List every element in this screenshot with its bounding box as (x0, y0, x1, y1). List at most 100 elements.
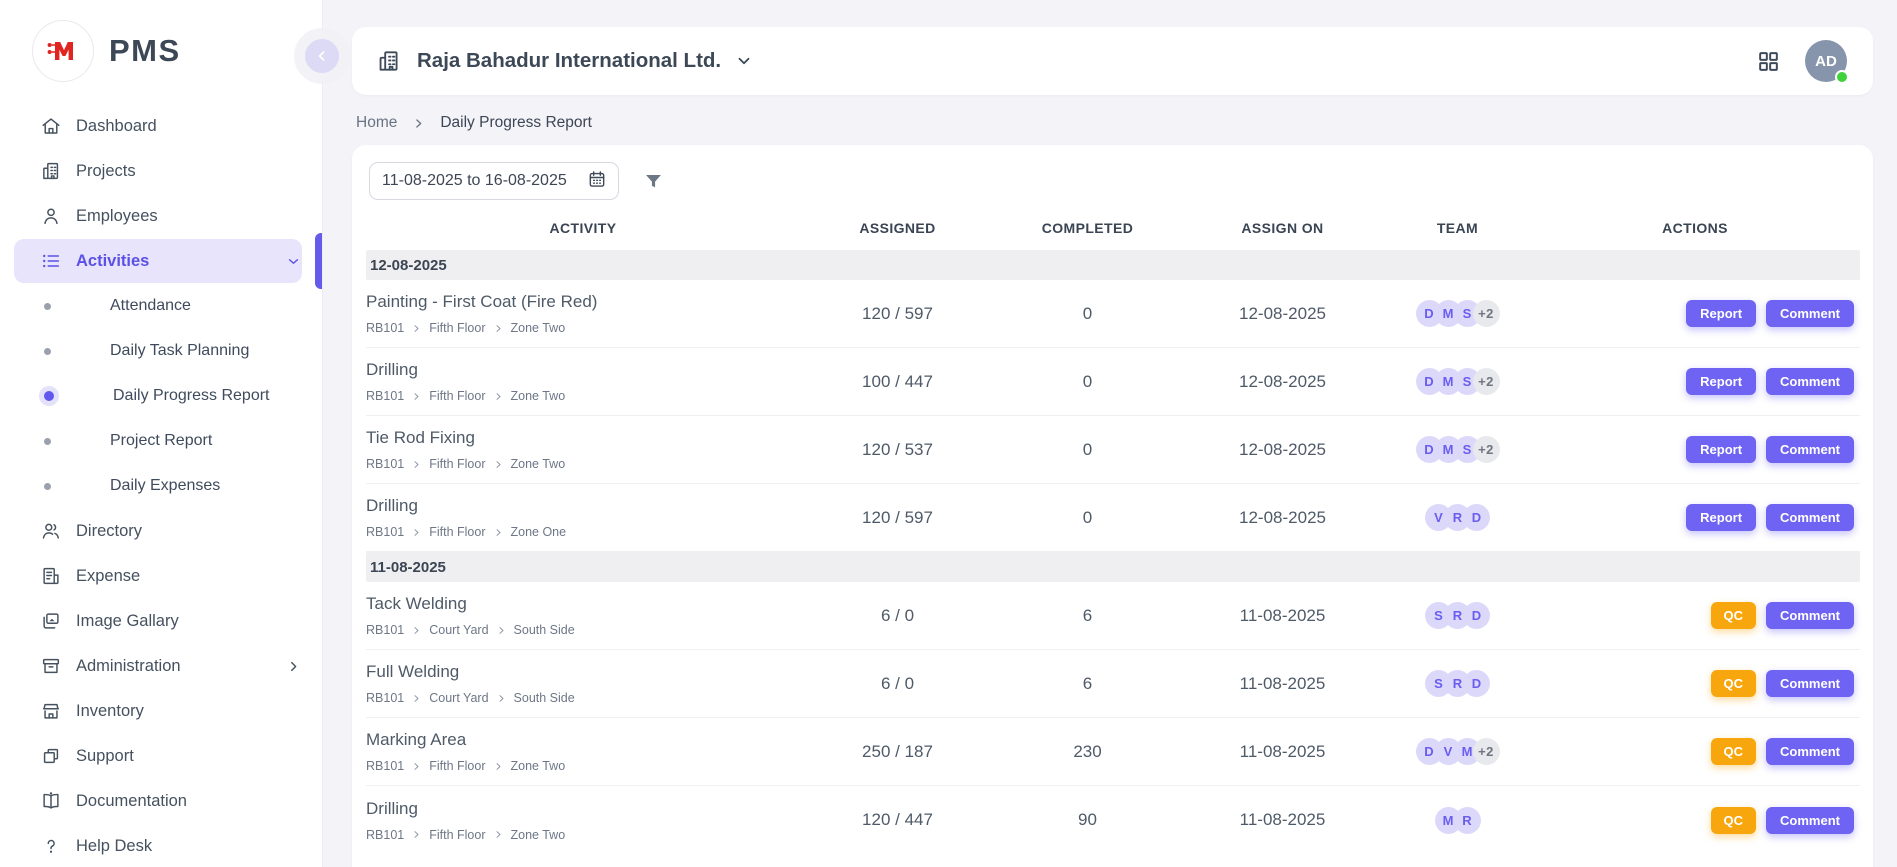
copy-icon (40, 745, 62, 767)
store-icon (40, 700, 62, 722)
activity-title: Tie Rod Fixing (366, 428, 800, 448)
qc-button[interactable]: QC (1711, 738, 1757, 765)
table-row: Painting - First Coat (Fire Red)RB101Fif… (366, 280, 1860, 348)
sidebar-item-label: Activities (76, 252, 149, 271)
team-avatars: DMS+2 (1385, 300, 1530, 327)
sidebar-item-dashboard[interactable]: Dashboard (14, 104, 302, 148)
report-button[interactable]: Report (1686, 368, 1756, 395)
chevron-down-icon (285, 253, 302, 270)
activity-path: RB101Fifth FloorZone One (366, 525, 800, 539)
path-segment: RB101 (366, 691, 404, 705)
team-more-badge[interactable]: +2 (1473, 738, 1500, 765)
building-icon (376, 48, 402, 74)
team-avatar[interactable]: D (1463, 602, 1490, 629)
sidebar-item-help-desk[interactable]: Help Desk (14, 824, 302, 867)
path-segment: Fifth Floor (429, 525, 485, 539)
assign-on-value: 11-08-2025 (1180, 742, 1385, 762)
bullet-icon (44, 438, 51, 445)
chevron-right-icon (412, 830, 421, 839)
activity-cell: DrillingRB101Fifth FloorZone Two (366, 360, 800, 403)
comment-button[interactable]: Comment (1766, 738, 1854, 765)
bullet-icon (44, 348, 51, 355)
sidebar-item-daily-task-planning[interactable]: Daily Task Planning (14, 329, 302, 373)
team-avatars: VRD (1385, 504, 1530, 531)
qc-button[interactable]: QC (1711, 807, 1757, 834)
comment-button[interactable]: Comment (1766, 807, 1854, 834)
report-button[interactable]: Report (1686, 300, 1756, 327)
comment-button[interactable]: Comment (1766, 368, 1854, 395)
sidebar-item-label: Daily Expenses (110, 477, 220, 495)
sidebar-item-administration[interactable]: Administration (14, 644, 302, 688)
company-name[interactable]: Raja Bahadur International Ltd. (417, 49, 721, 73)
sidebar-item-support[interactable]: Support (14, 734, 302, 778)
activity-path: RB101Fifth FloorZone Two (366, 759, 800, 773)
team-more-badge[interactable]: +2 (1473, 300, 1500, 327)
apps-grid-icon[interactable] (1756, 49, 1781, 74)
path-segment: Zone Two (511, 759, 566, 773)
team-more-badge[interactable]: +2 (1473, 368, 1500, 395)
sidebar-item-projects[interactable]: Projects (14, 149, 302, 193)
user-avatar[interactable]: AD (1805, 40, 1847, 82)
chevron-right-icon (412, 392, 421, 401)
sidebar-item-label: Daily Task Planning (110, 342, 249, 360)
team-more-badge[interactable]: +2 (1473, 436, 1500, 463)
team-avatar[interactable]: D (1463, 504, 1490, 531)
sidebar-item-label: Support (76, 747, 134, 766)
activity-title: Drilling (366, 360, 800, 380)
app-title: PMS (109, 33, 181, 69)
comment-button[interactable]: Comment (1766, 504, 1854, 531)
report-card: 11-08-2025 to 16-08-2025 ACTIVITY ASSIGN… (352, 145, 1873, 867)
table-row: Marking AreaRB101Fifth FloorZone Two250 … (366, 718, 1860, 786)
online-status-dot (1835, 70, 1849, 84)
person-icon (40, 205, 62, 227)
row-actions: QC Comment (1530, 738, 1860, 765)
report-button[interactable]: Report (1686, 504, 1756, 531)
sidebar-item-daily-expenses[interactable]: Daily Expenses (14, 464, 302, 508)
comment-button[interactable]: Comment (1766, 602, 1854, 629)
chevron-right-icon (412, 762, 421, 771)
sidebar-item-label: Daily Progress Report (113, 387, 270, 405)
sidebar-item-daily-progress-report[interactable]: Daily Progress Report (14, 374, 302, 418)
breadcrumb: Home Daily Progress Report (356, 114, 1873, 132)
sidebar-item-expense[interactable]: Expense (14, 554, 302, 598)
path-segment: RB101 (366, 321, 404, 335)
date-group-row: 11-08-2025 (366, 552, 1860, 582)
chevron-right-icon (494, 460, 503, 469)
comment-button[interactable]: Comment (1766, 300, 1854, 327)
sidebar-item-documentation[interactable]: Documentation (14, 779, 302, 823)
team-avatar[interactable]: D (1463, 670, 1490, 697)
filter-icon[interactable] (643, 171, 664, 192)
calendar-icon (587, 169, 607, 194)
sidebar-collapse-button[interactable] (305, 39, 339, 73)
comment-button[interactable]: Comment (1766, 670, 1854, 697)
sidebar-item-attendance[interactable]: Attendance (14, 284, 302, 328)
qc-button[interactable]: QC (1711, 670, 1757, 697)
chevron-right-icon (412, 626, 421, 635)
question-icon (40, 835, 62, 857)
sidebar-item-label: Employees (76, 207, 158, 226)
row-actions: Report Comment (1530, 436, 1860, 463)
qc-button[interactable]: QC (1711, 602, 1757, 629)
date-range-input[interactable]: 11-08-2025 to 16-08-2025 (369, 162, 619, 200)
sidebar-item-employees[interactable]: Employees (14, 194, 302, 238)
breadcrumb-home[interactable]: Home (356, 114, 397, 132)
path-segment: RB101 (366, 828, 404, 842)
chevron-right-icon (412, 694, 421, 703)
gallery-icon (40, 610, 62, 632)
chevron-right-icon (497, 626, 506, 635)
sidebar-item-label: Help Desk (76, 837, 152, 856)
report-button[interactable]: Report (1686, 436, 1756, 463)
sidebar-item-inventory[interactable]: Inventory (14, 689, 302, 733)
chevron-down-icon[interactable] (735, 52, 753, 70)
team-avatar[interactable]: R (1454, 807, 1481, 834)
activity-cell: Tack WeldingRB101Court YardSouth Side (366, 594, 800, 637)
app-logo: PMS (0, 0, 322, 82)
comment-button[interactable]: Comment (1766, 436, 1854, 463)
sidebar-item-project-report[interactable]: Project Report (14, 419, 302, 463)
sidebar-item-image-gallary[interactable]: Image Gallary (14, 599, 302, 643)
assigned-value: 120 / 597 (800, 508, 995, 528)
sidebar-item-directory[interactable]: Directory (14, 509, 302, 553)
avatar-initials: AD (1815, 53, 1837, 70)
sidebar-item-activities[interactable]: Activities (14, 239, 302, 283)
sidebar-item-label: Image Gallary (76, 612, 179, 631)
